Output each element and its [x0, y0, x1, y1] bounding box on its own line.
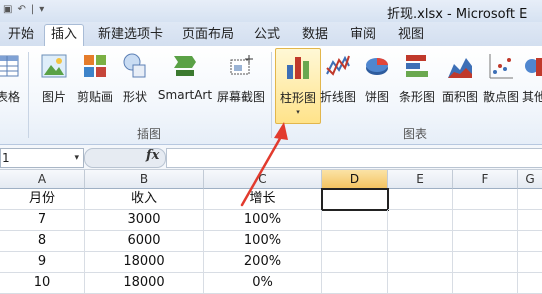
cell-a4[interactable]: 9	[0, 252, 85, 273]
formula-input[interactable]	[166, 148, 542, 168]
undo-icon[interactable]: ↶	[17, 4, 25, 15]
name-box[interactable]: 1 ▾	[0, 148, 84, 168]
scatter-chart-button[interactable]: 散点图	[482, 52, 520, 105]
smartart-icon	[172, 52, 198, 80]
group-separator	[28, 52, 29, 138]
column-header-g[interactable]: G	[518, 170, 542, 189]
cell-e4[interactable]	[388, 252, 453, 273]
cell-d4[interactable]	[322, 252, 388, 273]
screenshot-button[interactable]: 屏幕截图	[214, 52, 268, 105]
ribbon: 表格 图片 剪贴画 形状 SmartArt 屏幕截图 插图 柱形图 ▾ 折线图 …	[0, 46, 542, 145]
cell-f3[interactable]	[453, 231, 518, 252]
shapes-button[interactable]: 形状	[118, 52, 152, 105]
cell-b2[interactable]: 3000	[85, 210, 204, 231]
group-label-charts: 图表	[403, 127, 428, 141]
column-header-c[interactable]: C	[204, 170, 322, 189]
column-chart-icon	[285, 53, 311, 81]
other-charts-icon	[522, 52, 542, 80]
insert-function-icon[interactable]: fx	[146, 148, 159, 163]
cell-c1[interactable]: 增长	[204, 189, 322, 210]
column-chart-button[interactable]: 柱形图 ▾	[275, 48, 321, 124]
cell-g3[interactable]	[518, 231, 542, 252]
line-chart-icon	[325, 52, 351, 80]
pie-chart-icon	[364, 52, 390, 80]
tab-view[interactable]: 视图	[392, 25, 430, 45]
clip-art-icon	[82, 52, 108, 80]
group-label-illustrations: 插图	[137, 127, 162, 141]
cell-d2[interactable]	[322, 210, 388, 231]
cell-c2[interactable]: 100%	[204, 210, 322, 231]
cell-b4[interactable]: 18000	[85, 252, 204, 273]
formula-bar: 1 ▾ fx	[0, 145, 542, 170]
picture-button[interactable]: 图片	[36, 52, 72, 105]
tab-review[interactable]: 审阅	[344, 25, 382, 45]
spreadsheet-grid: A B C D E F G 月份 收入 增长 7 3000 100% 8 600…	[0, 170, 542, 294]
quick-access-toolbar: ▣ ↶ | ▾	[3, 4, 44, 15]
pie-chart-button[interactable]: 饼图	[360, 52, 394, 105]
scatter-chart-icon	[488, 52, 514, 80]
column-header-d[interactable]: D	[322, 170, 388, 189]
area-chart-button[interactable]: 面积图	[440, 52, 480, 105]
shapes-icon	[122, 52, 148, 80]
window-title: 折现.xlsx - Microsoft E	[387, 7, 528, 22]
qat-dropdown-icon[interactable]: ▾	[39, 4, 44, 15]
screenshot-icon	[228, 52, 254, 80]
tab-home[interactable]: 开始	[2, 25, 40, 45]
cell-b3[interactable]: 6000	[85, 231, 204, 252]
cell-a1[interactable]: 月份	[0, 189, 85, 210]
cell-d1-active[interactable]	[321, 188, 389, 211]
group-separator	[271, 52, 272, 138]
column-header-f[interactable]: F	[453, 170, 518, 189]
cell-g4[interactable]	[518, 252, 542, 273]
cell-e2[interactable]	[388, 210, 453, 231]
bar-chart-button[interactable]: 条形图	[397, 52, 437, 105]
cell-a3[interactable]: 8	[0, 231, 85, 252]
name-box-dropdown-icon[interactable]: ▾	[74, 149, 79, 167]
column-chart-dropdown-icon[interactable]: ▾	[279, 108, 317, 116]
cell-c4[interactable]: 200%	[204, 252, 322, 273]
table-icon	[0, 52, 21, 80]
tab-page-layout[interactable]: 页面布局	[176, 25, 240, 45]
cell-g2[interactable]	[518, 210, 542, 231]
smartart-button[interactable]: SmartArt	[156, 52, 214, 102]
cell-f1[interactable]	[453, 189, 518, 210]
tab-insert[interactable]: 插入	[44, 24, 85, 46]
ribbon-tabs: 开始 插入 新建选项卡 页面布局 公式 数据 审阅 视图	[0, 22, 542, 47]
column-header-e[interactable]: E	[388, 170, 453, 189]
table-button[interactable]: 表格	[0, 52, 24, 105]
cell-e1[interactable]	[388, 189, 453, 210]
column-header-a[interactable]: A	[0, 170, 85, 189]
bar-chart-icon	[404, 52, 430, 80]
cell-f4[interactable]	[453, 252, 518, 273]
cell-b1[interactable]: 收入	[85, 189, 204, 210]
tab-formulas[interactable]: 公式	[248, 25, 286, 45]
column-header-b[interactable]: B	[85, 170, 204, 189]
save-icon[interactable]: ▣	[3, 4, 12, 15]
qat-separator: |	[30, 4, 35, 15]
cell-e3[interactable]	[388, 231, 453, 252]
other-charts-button[interactable]: 其他	[522, 52, 542, 105]
cell-g1[interactable]	[518, 189, 542, 210]
title-bar: ▣ ↶ | ▾ 折现.xlsx - Microsoft E	[0, 0, 542, 22]
cell-f2[interactable]	[453, 210, 518, 231]
picture-icon	[41, 52, 67, 80]
cell-d3[interactable]	[322, 231, 388, 252]
line-chart-button[interactable]: 折线图	[318, 52, 358, 105]
tab-data[interactable]: 数据	[296, 25, 334, 45]
area-chart-icon	[447, 52, 473, 80]
cell-c3[interactable]: 100%	[204, 231, 322, 252]
cell-a2[interactable]: 7	[0, 210, 85, 231]
tab-new-tab[interactable]: 新建选项卡	[92, 25, 169, 45]
clip-art-button[interactable]: 剪贴画	[74, 52, 116, 105]
